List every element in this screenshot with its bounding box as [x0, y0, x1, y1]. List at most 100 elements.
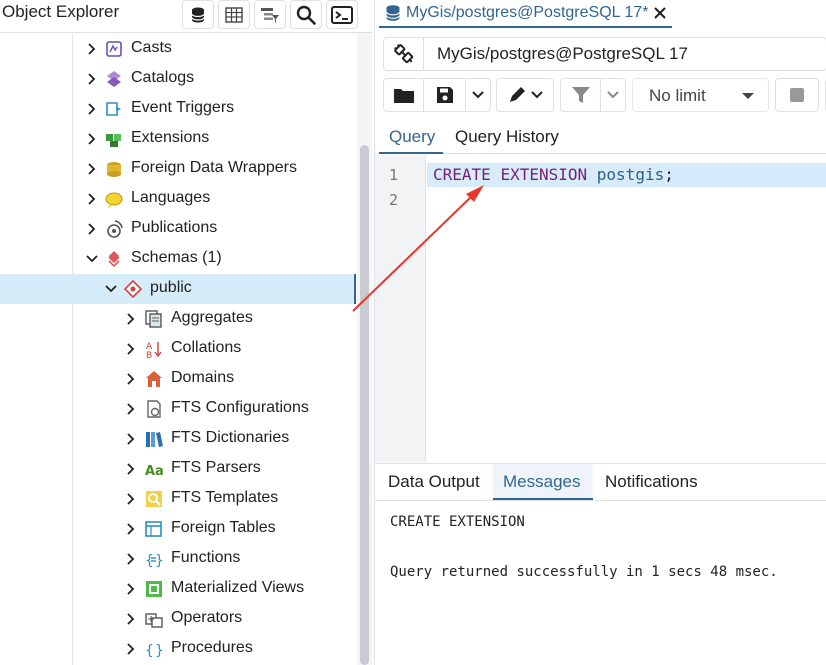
tree-node-label: Operators [171, 609, 243, 626]
tab-query[interactable]: Query [389, 127, 435, 147]
tree-node[interactable]: Aggregates [0, 304, 356, 334]
tree-node[interactable]: FTS Configurations [0, 394, 356, 424]
tree-node[interactable]: Operators [0, 604, 356, 634]
save-options-dropdown[interactable] [466, 79, 490, 111]
chevron-right-icon[interactable] [125, 463, 137, 475]
tree-node[interactable]: Domains [0, 364, 356, 394]
tree-node[interactable]: Catalogs [0, 64, 356, 94]
tree-node[interactable]: Aa FTS Parsers [0, 454, 356, 484]
line-number: 1 [389, 166, 399, 184]
query-tool-button[interactable] [182, 0, 214, 29]
stop-query-button[interactable] [775, 78, 819, 112]
sql-identifier: postgis [596, 165, 665, 184]
tree-node[interactable]: public [0, 274, 356, 304]
chevron-right-icon[interactable] [86, 163, 98, 175]
line-number-gutter: 1 2 [375, 155, 426, 462]
tree-node[interactable]: FTS Dictionaries [0, 424, 356, 454]
filter-options-dropdown[interactable] [601, 79, 625, 111]
edit-button-content [497, 79, 553, 111]
chevron-down-icon [531, 91, 543, 99]
tab-query-history[interactable]: Query History [455, 127, 559, 147]
edit-button[interactable] [496, 78, 554, 112]
chevron-right-icon[interactable] [125, 433, 137, 445]
psql-tool-button[interactable] [326, 0, 358, 29]
caret-down-icon [742, 93, 754, 99]
languages-icon [105, 192, 123, 208]
tree-node[interactable]: {} Procedures [0, 634, 356, 664]
sql-keyword: EXTENSION [500, 165, 588, 184]
tree-node[interactable]: FTS Templates [0, 484, 356, 514]
chevron-down-icon[interactable] [86, 253, 98, 265]
tree-node[interactable]: Publications [0, 214, 356, 244]
foreign-data-wrappers-icon [107, 162, 121, 177]
tree-node[interactable]: Schemas (1) [0, 244, 356, 274]
chevron-right-icon[interactable] [125, 523, 137, 535]
query-tool-tab[interactable]: MyGis/postgres@PostgreSQL 17* [379, 0, 673, 28]
chevron-right-icon[interactable] [125, 643, 137, 655]
chevron-right-icon[interactable] [86, 223, 98, 235]
tree-node-label: Collations [171, 339, 242, 356]
tree-node-label: public [150, 279, 192, 296]
tree-node[interactable]: {} Functions [0, 544, 356, 574]
sql-editor[interactable]: 1 2 CREATE EXTENSION postgis; [375, 155, 826, 462]
domains-icon [146, 371, 162, 387]
operators-icon [145, 613, 163, 628]
chevron-right-icon[interactable] [125, 553, 137, 565]
tree-node-label: Procedures [171, 639, 253, 656]
chevron-right-icon[interactable] [125, 373, 137, 385]
connection-selector[interactable]: MyGis/postgres@PostgreSQL 17 [383, 37, 826, 71]
connection-label: MyGis/postgres@PostgreSQL 17 [437, 44, 688, 63]
output-tabs: Data Output Messages Notifications [375, 463, 826, 501]
filtered-rows-button[interactable] [254, 0, 286, 29]
chevron-right-icon[interactable] [86, 43, 98, 55]
tree-node-label: Foreign Data Wrappers [131, 159, 297, 176]
view-data-button[interactable] [218, 0, 250, 29]
row-limit-select[interactable]: No limit [632, 78, 769, 112]
tab-notifications[interactable]: Notifications [605, 472, 698, 492]
tree-scrollbar-thumb[interactable] [360, 145, 369, 665]
tree-node[interactable]: Event Triggers [0, 94, 356, 124]
tree-node[interactable]: Languages [0, 184, 356, 214]
search-icon [296, 5, 316, 25]
chevron-right-icon[interactable] [125, 493, 137, 505]
tree-node[interactable]: Foreign Tables [0, 514, 356, 544]
tree-node[interactable]: Foreign Data Wrappers [0, 154, 356, 184]
object-tree: Casts Catalogs Event Triggers Extensions For… [0, 34, 356, 665]
connection-status[interactable] [384, 38, 424, 70]
chevron-right-icon[interactable] [86, 103, 98, 115]
query-tool-tab-title: MyGis/postgres@PostgreSQL 17* [406, 4, 649, 21]
terminal-icon [331, 5, 353, 24]
message-line: Query returned successfully in 1 secs 48… [390, 564, 778, 580]
sql-keyword: CREATE [433, 165, 491, 184]
database-icon [191, 7, 205, 22]
chevron-down-icon[interactable] [105, 283, 117, 295]
tree-node-label: FTS Parsers [171, 459, 261, 476]
svg-text:Aa: Aa [145, 464, 163, 478]
chevron-right-icon[interactable] [125, 403, 137, 415]
tab-messages[interactable]: Messages [503, 472, 580, 492]
chevron-right-icon[interactable] [86, 133, 98, 145]
chevron-right-icon[interactable] [125, 313, 137, 325]
active-tab-indicator [379, 152, 443, 154]
tree-node[interactable]: A B Collations [0, 334, 356, 364]
tree-node-label: Catalogs [131, 69, 195, 86]
chevron-right-icon[interactable] [125, 613, 137, 625]
filter-button[interactable] [561, 79, 601, 111]
tab-data-output[interactable]: Data Output [388, 472, 480, 492]
chevron-right-icon[interactable] [125, 343, 137, 355]
tree-node[interactable]: Materialized Views [0, 574, 356, 604]
chevron-right-icon[interactable] [86, 193, 98, 205]
open-file-button[interactable] [384, 79, 424, 111]
svg-text:B: B [146, 351, 152, 358]
tree-node[interactable]: Casts [0, 34, 356, 64]
close-icon[interactable] [654, 7, 667, 19]
code-line[interactable]: CREATE EXTENSION postgis; [433, 165, 674, 184]
chevron-right-icon[interactable] [125, 583, 137, 595]
save-file-button[interactable] [424, 79, 466, 111]
table-tree-icon [261, 7, 279, 23]
catalogs-icon [107, 71, 121, 87]
chevron-right-icon[interactable] [86, 73, 98, 85]
tree-node[interactable]: Extensions [0, 124, 356, 154]
editor-tabs: Query Query History [375, 120, 826, 154]
search-objects-button[interactable] [290, 0, 322, 29]
